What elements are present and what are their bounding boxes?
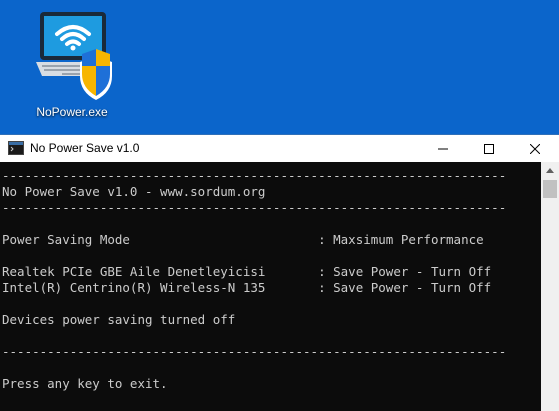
console-line: ----------------------------------------…: [2, 200, 507, 215]
console-output[interactable]: ----------------------------------------…: [0, 162, 541, 411]
console-line: Devices power saving turned off: [2, 312, 236, 327]
console-line: Realtek PCIe GBE Aile Denetleyicisi : Sa…: [2, 264, 492, 279]
console-window: No Power Save v1.0 ---------------------…: [0, 134, 559, 411]
desktop-icon-nopower[interactable]: NoPower.exe: [22, 10, 122, 124]
maximize-icon: [484, 143, 494, 154]
minimize-button[interactable]: [420, 135, 466, 162]
scroll-up-button[interactable]: [541, 162, 559, 179]
desktop: NoPower.exe: [0, 0, 559, 134]
close-icon: [530, 143, 540, 154]
scrollbar-thumb[interactable]: [543, 180, 557, 198]
vertical-scrollbar[interactable]: [541, 162, 559, 411]
maximize-button[interactable]: [466, 135, 512, 162]
close-button[interactable]: [512, 135, 558, 162]
minimize-icon: [438, 148, 448, 149]
console-line: No Power Save v1.0 - www.sordum.org: [2, 184, 266, 199]
laptop-wifi-shield-icon: [36, 12, 112, 100]
console-window-icon: [8, 141, 24, 155]
window-title: No Power Save v1.0: [30, 141, 140, 155]
scroll-up-arrow-icon: [546, 168, 554, 173]
console-line: Press any key to exit.: [2, 376, 168, 391]
console-line: ----------------------------------------…: [2, 344, 507, 359]
desktop-icon-label: NoPower.exe: [36, 105, 108, 119]
title-bar[interactable]: No Power Save v1.0: [0, 135, 559, 162]
console-line: ----------------------------------------…: [2, 168, 507, 183]
console-line: Intel(R) Centrino(R) Wireless-N 135 : Sa…: [2, 280, 492, 295]
console-line: Power Saving Mode : Maxsimum Performance: [2, 232, 484, 247]
